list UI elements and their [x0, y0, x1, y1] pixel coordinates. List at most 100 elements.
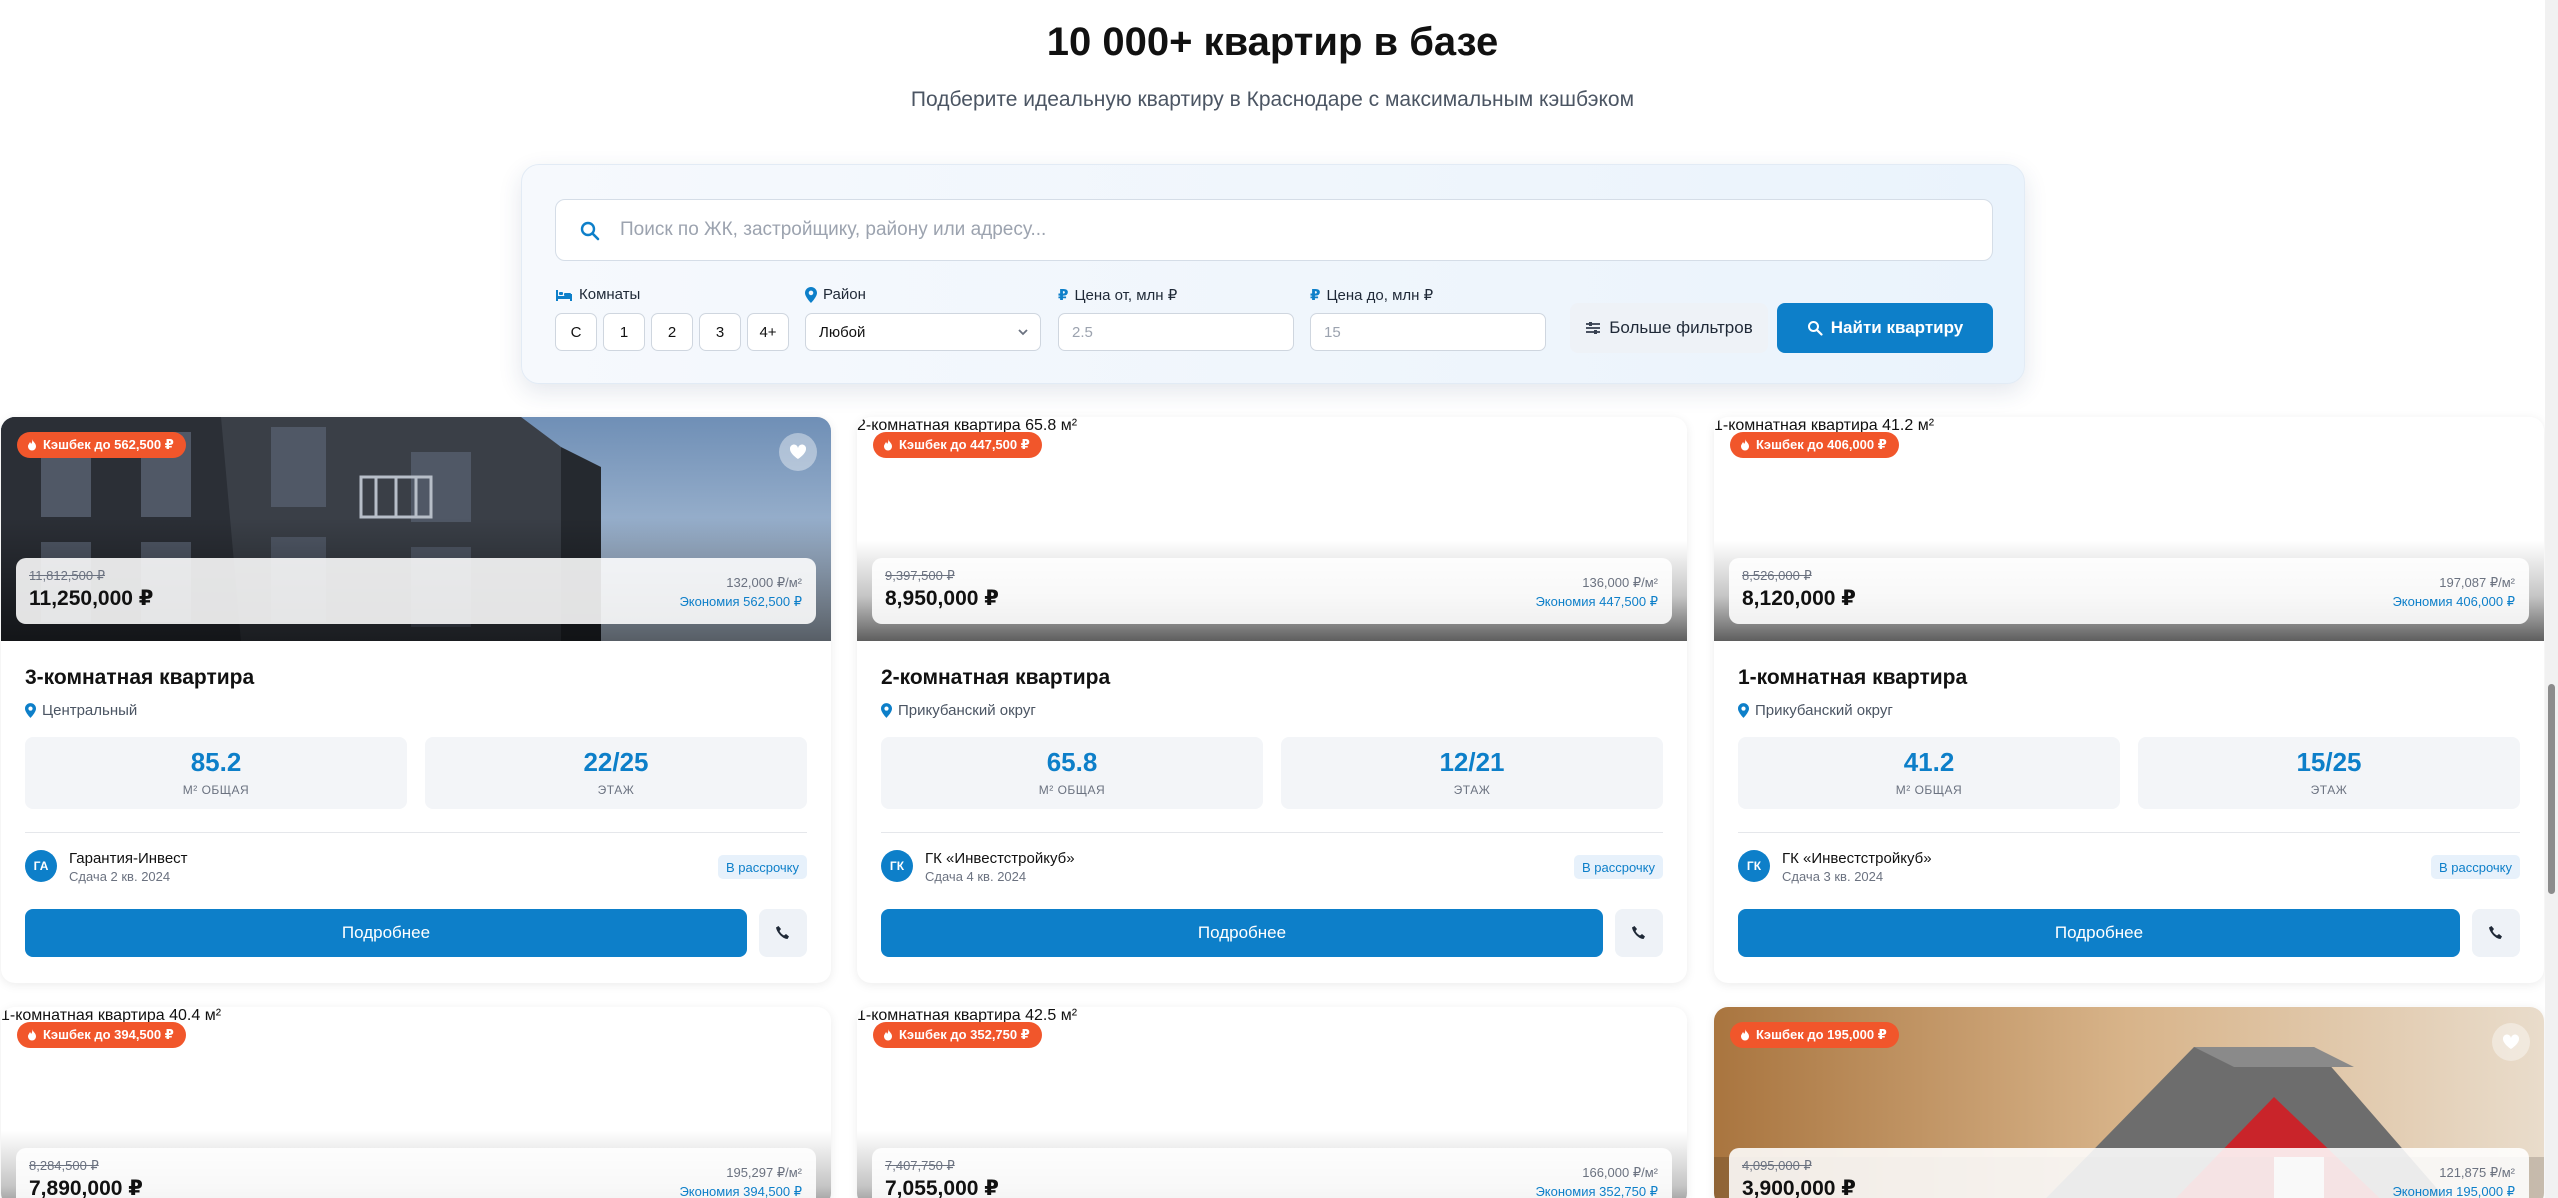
price-per-m2: 132,000 ₽/м²	[726, 575, 802, 590]
floor-value: 22/25	[583, 747, 649, 777]
fire-icon	[884, 439, 892, 451]
search-box[interactable]	[555, 199, 1993, 261]
savings: Экономия 447,500 ₽	[1535, 594, 1658, 609]
developer-avatar: ГА	[25, 850, 57, 882]
page-subtitle: Подберите идеальную квартиру в Краснодар…	[910, 88, 1635, 111]
cashback-text: Кэшбек до 562,500 ₽	[43, 437, 174, 452]
price-bar: 4,095,000 ₽ 3,900,000 ₽ 121,875 ₽/м² Эко…	[1729, 1148, 2529, 1198]
find-apartment-button[interactable]: Найти квартиру	[1777, 303, 1993, 353]
map-pin-icon	[881, 703, 892, 718]
phone-icon	[1632, 926, 1645, 939]
area-value: 85.2	[190, 747, 242, 777]
room-option-4plus[interactable]: 4+	[747, 313, 789, 351]
listing-title[interactable]: 3-комнатная квартира	[25, 666, 254, 690]
old-price: 8,284,500 ₽	[29, 1158, 99, 1173]
cashback-badge: Кэшбек до 352,750 ₽	[873, 1022, 1042, 1048]
area-label: М² ОБЩАЯ	[1038, 783, 1106, 797]
price-from-input[interactable]	[1058, 313, 1294, 351]
price: 8,120,000 ₽	[1742, 587, 1856, 610]
listing-photo[interactable]: Кэшбек до 195,000 ₽ 4,095,000 ₽ 3,900,00…	[1714, 1007, 2544, 1198]
room-option-studio[interactable]: С	[555, 313, 597, 351]
price-per-m2: 195,297 ₽/м²	[726, 1165, 802, 1180]
search-input[interactable]	[620, 210, 1970, 250]
map-pin-icon	[805, 286, 817, 303]
price-to-label-text: Цена до, млн ₽	[1326, 287, 1434, 304]
listing-district: Прикубанский округ	[881, 702, 1036, 719]
district-select-value: Любой	[819, 323, 866, 341]
listing-district: Прикубанский округ	[1738, 702, 1893, 719]
floor-label: ЭТАЖ	[597, 783, 635, 797]
details-button[interactable]: Подробнее	[1738, 909, 2460, 957]
favorite-button[interactable]	[2492, 1023, 2530, 1061]
details-button[interactable]: Подробнее	[25, 909, 747, 957]
map-pin-icon	[25, 703, 36, 718]
price-per-m2: 197,087 ₽/м²	[2439, 575, 2515, 590]
floor-stat: 22/25 ЭТАЖ	[425, 737, 807, 809]
chevron-down-icon	[1018, 329, 1028, 336]
call-button[interactable]	[2472, 909, 2520, 957]
listing-card: 2-комнатная квартира 65.8 м² Кэшбек до 4…	[857, 417, 1687, 983]
listing-photo[interactable]: Кэшбек до 562,500 ₽ 11,812,500 ₽ 11,250,…	[1, 417, 831, 641]
listing-photo[interactable]: 1-комнатная квартира 41.2 м² Кэшбек до 4…	[1714, 417, 2544, 641]
area-stat: 65.8 М² ОБЩАЯ	[881, 737, 1263, 809]
price-bar: 11,812,500 ₽ 11,250,000 ₽ 132,000 ₽/м² Э…	[16, 558, 816, 624]
savings: Экономия 195,000 ₽	[2392, 1184, 2515, 1198]
listing-title[interactable]: 2-комнатная квартира	[881, 666, 1110, 690]
price-to-input[interactable]	[1310, 313, 1546, 351]
area-label: М² ОБЩАЯ	[1895, 783, 1963, 797]
sliders-icon	[1586, 322, 1601, 334]
room-option-2[interactable]: 2	[651, 313, 693, 351]
area-value: 65.8	[1046, 747, 1098, 777]
area-label: М² ОБЩАЯ	[182, 783, 250, 797]
developer-name: ГК «Инвестстройкуб»	[925, 850, 1075, 867]
area-stat: 41.2 М² ОБЩАЯ	[1738, 737, 2120, 809]
old-price: 9,397,500 ₽	[885, 568, 955, 583]
more-filters-button[interactable]: Больше фильтров	[1570, 303, 1768, 353]
ruble-icon: ₽	[1058, 287, 1069, 304]
installment-badge: В рассрочку	[2430, 855, 2520, 879]
developer-avatar: ГК	[1738, 850, 1770, 882]
listing-card: Кэшбек до 195,000 ₽ 4,095,000 ₽ 3,900,00…	[1714, 1007, 2544, 1198]
cashback-badge: Кэшбек до 394,500 ₽	[17, 1022, 186, 1048]
divider	[1738, 832, 2520, 833]
listing-photo[interactable]: 2-комнатная квартира 65.8 м² Кэшбек до 4…	[857, 417, 1687, 641]
listing-card: 1-комнатная квартира 42.5 м² Кэшбек до 3…	[857, 1007, 1687, 1198]
price-bar: 9,397,500 ₽ 8,950,000 ₽ 136,000 ₽/м² Эко…	[872, 558, 1672, 624]
price-per-m2: 166,000 ₽/м²	[1582, 1165, 1658, 1180]
find-apartment-label: Найти квартиру	[1830, 318, 1964, 337]
details-button[interactable]: Подробнее	[881, 909, 1603, 957]
cashback-badge: Кэшбек до 562,500 ₽	[17, 432, 186, 458]
call-button[interactable]	[759, 909, 807, 957]
favorite-button[interactable]	[779, 433, 817, 471]
listing-title[interactable]: 1-комнатная квартира	[1738, 666, 1967, 690]
cashback-text: Кэшбек до 394,500 ₽	[43, 1027, 174, 1042]
savings: Экономия 562,500 ₽	[679, 594, 802, 609]
old-price: 8,526,000 ₽	[1742, 568, 1812, 583]
scrollbar-thumb[interactable]	[2548, 684, 2555, 894]
heart-icon	[2502, 1034, 2520, 1049]
search-icon	[580, 221, 600, 241]
delivery-date: Сдача 3 кв. 2024	[1782, 869, 1884, 884]
fire-icon	[28, 439, 36, 451]
price-bar: 8,284,500 ₽ 7,890,000 ₽ 195,297 ₽/м² Эко…	[16, 1148, 816, 1198]
call-button[interactable]	[1615, 909, 1663, 957]
listing-photo[interactable]: 1-комнатная квартира 42.5 м² Кэшбек до 3…	[857, 1007, 1687, 1198]
old-price: 4,095,000 ₽	[1742, 1158, 1812, 1173]
page-scrollbar[interactable]	[2545, 0, 2558, 1198]
price-bar: 7,407,750 ₽ 7,055,000 ₽ 166,000 ₽/м² Эко…	[872, 1148, 1672, 1198]
area-value: 41.2	[1903, 747, 1955, 777]
savings: Экономия 394,500 ₽	[679, 1184, 802, 1198]
district-select[interactable]: Любой	[805, 313, 1041, 351]
floor-stat: 12/21 ЭТАЖ	[1281, 737, 1663, 809]
price-per-m2: 136,000 ₽/м²	[1582, 575, 1658, 590]
cashback-text: Кэшбек до 447,500 ₽	[899, 437, 1030, 452]
room-option-3[interactable]: 3	[699, 313, 741, 351]
search-panel: Комнаты С 1 2 3 4+ Район Любой ₽ Цена от…	[521, 164, 2025, 384]
phone-icon	[776, 926, 789, 939]
listing-photo[interactable]: 1-комнатная квартира 40.4 м² Кэшбек до 3…	[1, 1007, 831, 1198]
floor-value: 15/25	[2296, 747, 2362, 777]
room-option-1[interactable]: 1	[603, 313, 645, 351]
price-per-m2: 121,875 ₽/м²	[2439, 1165, 2515, 1180]
divider	[25, 832, 807, 833]
developer-avatar: ГК	[881, 850, 913, 882]
